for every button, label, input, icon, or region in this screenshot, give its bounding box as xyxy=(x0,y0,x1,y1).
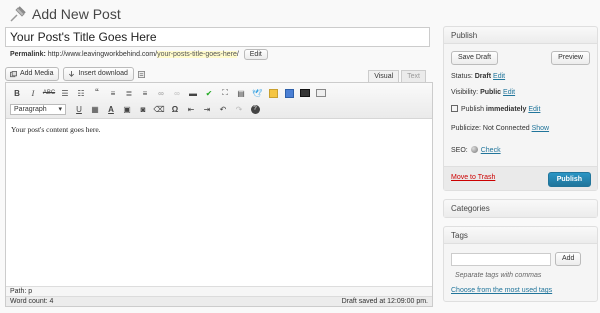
editor-tabs: Visual Text xyxy=(368,70,426,82)
media-buttons: Add Media Insert download xyxy=(5,67,145,81)
categories-box: Categories xyxy=(443,199,598,218)
permalink-end: / xyxy=(236,51,239,58)
align-right-icon[interactable]: ≡ xyxy=(138,86,152,100)
indent-icon[interactable]: ⇥ xyxy=(200,102,214,116)
media-embed-icon[interactable] xyxy=(298,86,312,100)
publicize-show-link[interactable]: Show xyxy=(532,125,550,132)
redo-icon[interactable]: ↷ xyxy=(232,102,246,116)
help-icon[interactable]: ? xyxy=(248,102,262,116)
italic-icon[interactable]: I xyxy=(26,86,40,100)
permalink-base: http://www.leavingworkbehind.com/ xyxy=(47,51,158,58)
status-edit-link[interactable]: Edit xyxy=(493,73,505,80)
permalink-slug[interactable]: your-posts-title-goes-here xyxy=(157,51,237,58)
visibility-label: Visibility: xyxy=(451,89,479,96)
publicize-row: Publicize: Not Connected Show xyxy=(451,124,549,134)
status-label: Status: xyxy=(451,73,473,80)
format-select[interactable]: Paragraph ▾ xyxy=(10,103,66,115)
spellcheck-icon[interactable]: ✔ xyxy=(202,86,216,100)
media-icon xyxy=(10,70,17,77)
draft-saved-status: Draft saved at 12:09:00 pm. xyxy=(341,298,428,305)
tags-box: Tags Add Separate tags with commas Choos… xyxy=(443,226,598,302)
post-editor: B I ABC ☰ ☷ “ ≡ ≣ ≡ ∞ ∞ ▬ ✔ ⛶ ▤ 🕊 Paragr… xyxy=(5,82,433,307)
insert-download-label: Insert download xyxy=(78,70,128,77)
permalink-row: Permalink: http://www.leavingworkbehind.… xyxy=(10,49,268,61)
editor-status-bar: Word count: 4 Draft saved at 12:09:00 pm… xyxy=(6,296,432,306)
visibility-value: Public xyxy=(480,89,502,96)
schedule-edit-link[interactable]: Edit xyxy=(528,106,540,113)
tags-box-title[interactable]: Tags xyxy=(444,227,597,244)
fullscreen-icon[interactable]: ⛶ xyxy=(218,86,232,100)
tag-input[interactable] xyxy=(451,253,551,266)
shortcode-icon[interactable] xyxy=(282,86,296,100)
outdent-icon[interactable]: ⇤ xyxy=(184,102,198,116)
text-color-icon[interactable]: A xyxy=(104,102,118,116)
post-status-row: Status: Draft Edit xyxy=(451,72,505,82)
underline-icon[interactable]: U xyxy=(72,102,86,116)
publish-button[interactable]: Publish xyxy=(547,172,591,187)
publish-major-actions: Move to Trash Publish xyxy=(444,166,597,190)
publish-box: Publish Save Draft Preview Status: Draft… xyxy=(443,26,598,191)
page-header: Add New Post xyxy=(8,4,121,24)
undo-icon[interactable]: ↶ xyxy=(216,102,230,116)
preview-button[interactable]: Preview xyxy=(551,51,590,65)
tab-text[interactable]: Text xyxy=(401,70,426,82)
add-media-button[interactable]: Add Media xyxy=(5,67,60,81)
seo-row: SEO: Check xyxy=(451,145,501,156)
special-char-icon[interactable]: Ω xyxy=(168,102,182,116)
categories-box-title[interactable]: Categories xyxy=(444,200,597,217)
chevron-down-icon: ▾ xyxy=(58,105,62,113)
add-tag-button[interactable]: Add xyxy=(555,252,582,266)
seo-label: SEO: xyxy=(451,147,468,154)
tab-visual[interactable]: Visual xyxy=(368,70,400,82)
permalink-edit-button[interactable]: Edit xyxy=(243,49,268,60)
seo-check-link[interactable]: Check xyxy=(481,147,501,154)
visibility-row: Visibility: Public Edit xyxy=(451,88,515,98)
editor-content[interactable]: Your post's content goes here. xyxy=(6,119,432,286)
strikethrough-icon[interactable]: ABC xyxy=(42,86,56,100)
schedule-row: Publish immediately Edit xyxy=(451,104,540,115)
pushpin-icon xyxy=(10,6,26,22)
status-value: Draft xyxy=(474,73,492,80)
publish-minor-actions: Save Draft Preview xyxy=(451,51,590,65)
permalink-label: Permalink: xyxy=(10,51,46,58)
paste-word-icon[interactable]: ◙ xyxy=(136,102,150,116)
page-title: Add New Post xyxy=(32,6,121,22)
insert-link-icon[interactable]: ∞ xyxy=(154,86,168,100)
editor-path: Path: p xyxy=(6,286,432,296)
unlink-icon[interactable]: ∞ xyxy=(170,86,184,100)
download-icon xyxy=(69,70,75,77)
kitchen-sink-icon[interactable]: ▤ xyxy=(234,86,248,100)
post-title-input[interactable]: Your Post's Title Goes Here xyxy=(5,27,430,47)
table-icon[interactable] xyxy=(314,86,328,100)
publish-box-title[interactable]: Publish xyxy=(444,27,597,44)
schedule-label: Publish xyxy=(461,106,484,113)
seo-status-icon xyxy=(470,145,478,153)
align-left-icon[interactable]: ≡ xyxy=(106,86,120,100)
move-to-trash-link[interactable]: Move to Trash xyxy=(451,174,495,181)
clear-formatting-icon[interactable]: ⌫ xyxy=(152,102,166,116)
bullet-list-icon[interactable]: ☰ xyxy=(58,86,72,100)
insert-more-icon[interactable]: ▬ xyxy=(186,86,200,100)
paste-text-icon[interactable]: ▣ xyxy=(120,102,134,116)
save-draft-button[interactable]: Save Draft xyxy=(451,51,499,65)
word-count: Word count: 4 xyxy=(10,298,54,305)
publicize-label: Publicize: Not Connected xyxy=(451,125,530,132)
schedule-value: immediately xyxy=(485,106,527,113)
note-icon[interactable] xyxy=(266,86,280,100)
most-used-tags-link[interactable]: Choose from the most used tags xyxy=(451,287,552,294)
bold-icon[interactable]: B xyxy=(10,86,24,100)
twitter-icon[interactable]: 🕊 xyxy=(250,86,264,100)
tag-hint: Separate tags with commas xyxy=(455,272,542,279)
add-media-label: Add Media xyxy=(20,70,54,77)
blockquote-icon[interactable]: “ xyxy=(90,86,104,100)
format-select-value: Paragraph xyxy=(14,105,47,113)
calendar-icon xyxy=(451,104,458,112)
insert-download-button[interactable]: Insert download xyxy=(63,67,134,81)
align-center-icon[interactable]: ≣ xyxy=(122,86,136,100)
justify-icon[interactable]: ▦ xyxy=(88,102,102,116)
editor-toolbar: B I ABC ☰ ☷ “ ≡ ≣ ≡ ∞ ∞ ▬ ✔ ⛶ ▤ 🕊 Paragr… xyxy=(6,83,432,119)
visibility-edit-link[interactable]: Edit xyxy=(503,89,515,96)
form-icon[interactable] xyxy=(137,70,145,78)
numbered-list-icon[interactable]: ☷ xyxy=(74,86,88,100)
